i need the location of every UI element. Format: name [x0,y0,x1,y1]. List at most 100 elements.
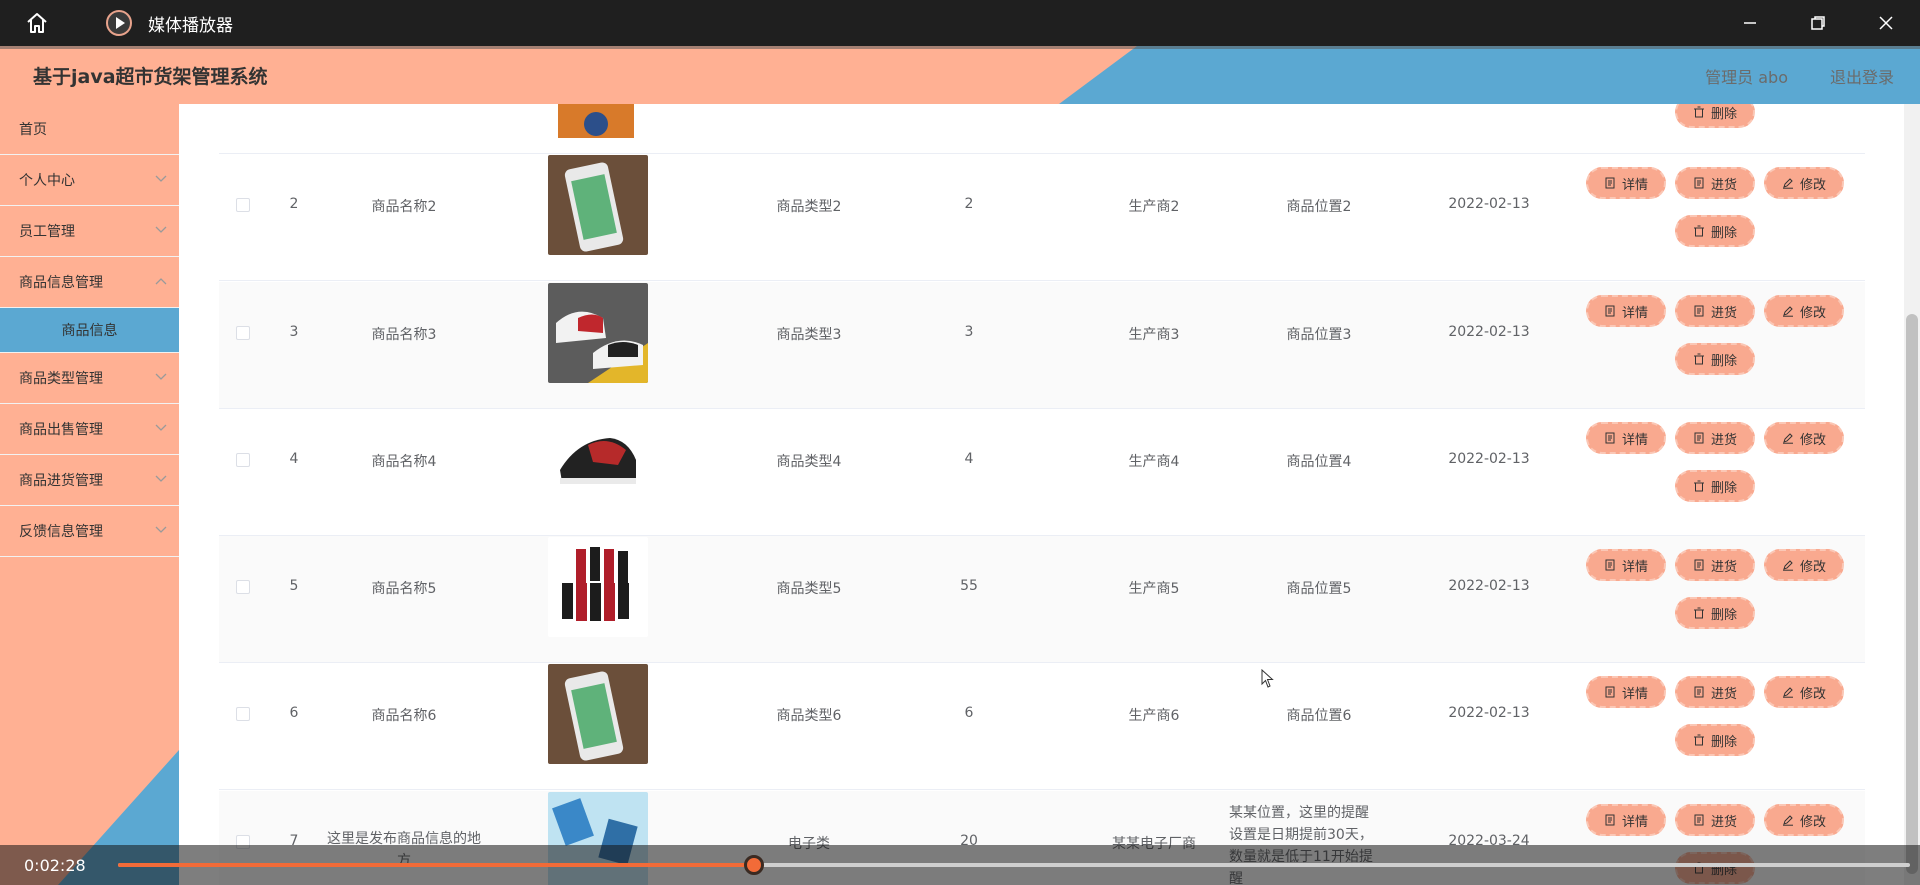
chevron-down-icon [155,226,167,233]
detail-button[interactable]: 详情 [1586,167,1666,199]
media-player-titlebar: 媒体播放器 [0,0,1920,46]
cell-type: 商品类型5 [776,581,842,597]
player-progress-bar: 0:02:28 [0,845,1920,885]
chevron-up-icon [155,278,167,285]
document-icon [1694,177,1704,189]
cell-name: 商品名称4 [371,454,437,470]
edit-button[interactable]: 修改 [1764,804,1844,836]
app-title: 基于java超市货架管理系统 [33,66,268,88]
sidebar-item-sales[interactable]: 商品出售管理 [0,404,179,455]
cell-manufacturer: 生产商2 [1128,199,1180,215]
product-image [548,410,648,510]
current-user: 管理员 abo [1705,68,1788,87]
delete-button[interactable]: 删除 [1675,215,1755,247]
table-row-partial: 删除 [219,104,1865,154]
sidebar-item-product-type[interactable]: 商品类型管理 [0,353,179,404]
scrollbar-thumb[interactable] [1906,314,1918,874]
product-image [548,104,648,154]
row-checkbox[interactable] [236,707,250,721]
delete-button[interactable]: 删除 [1675,597,1755,629]
detail-button[interactable]: 详情 [1586,549,1666,581]
row-checkbox[interactable] [236,580,250,594]
delete-button[interactable]: 删除 [1675,343,1755,375]
vertical-scrollbar[interactable] [1904,104,1920,885]
logout-link[interactable]: 退出登录 [1830,64,1894,88]
sidebar-subitem-product-info[interactable]: 商品信息 [0,308,179,353]
document-icon [1605,686,1615,698]
stock-button[interactable]: 进货 [1675,295,1755,327]
cell-location: 商品位置4 [1286,454,1352,470]
seek-knob[interactable] [744,855,765,875]
detail-button[interactable]: 详情 [1586,676,1666,708]
document-icon [1694,814,1704,826]
cell-name: 商品名称3 [371,327,437,343]
product-image [548,664,648,764]
restore-button[interactable] [1784,0,1852,46]
row-checkbox[interactable] [236,453,250,467]
seek-track[interactable] [118,855,1910,875]
document-icon [1694,559,1704,571]
document-icon [1605,559,1615,571]
edit-button[interactable]: 修改 [1764,549,1844,581]
document-icon [1605,814,1615,826]
row-checkbox[interactable] [236,326,250,340]
cell-index: 6 [289,705,299,721]
media-player-app-icon [104,8,134,38]
sidebar-item-product-info[interactable]: 商品信息管理 [0,257,179,308]
cell-quantity: 6 [964,705,974,721]
cell-type: 商品类型4 [776,454,842,470]
edit-button[interactable]: 修改 [1764,676,1844,708]
close-button[interactable] [1852,0,1920,46]
edit-icon [1782,560,1793,571]
chevron-down-icon [155,526,167,533]
delete-button[interactable]: 删除 [1675,724,1755,756]
table-row: 5 商品名称5 商品类型5 55 生产商5 商品位置5 2022-02-13 详情 进货 修改 删除 [219,536,1865,663]
detail-button[interactable]: 详情 [1586,804,1666,836]
chevron-down-icon [155,424,167,431]
stock-button[interactable]: 进货 [1675,804,1755,836]
detail-button[interactable]: 详情 [1586,422,1666,454]
cell-location: 商品位置3 [1286,327,1352,343]
table-row: 2 商品名称2 商品类型2 2 生产商2 商品位置2 2022-02-13 详情 进货 修改 删除 [219,154,1865,281]
edit-button[interactable]: 修改 [1764,167,1844,199]
cell-date: 2022-02-13 [1448,324,1530,340]
cell-manufacturer: 生产商6 [1128,708,1180,724]
sidebar-item-purchase[interactable]: 商品进货管理 [0,455,179,506]
minimize-button[interactable] [1716,0,1784,46]
detail-button[interactable]: 详情 [1586,295,1666,327]
delete-button[interactable]: 删除 [1675,470,1755,502]
stock-button[interactable]: 进货 [1675,676,1755,708]
cell-date: 2022-02-13 [1448,705,1530,721]
stock-button[interactable]: 进货 [1675,167,1755,199]
product-image [548,283,648,383]
edit-icon [1782,815,1793,826]
chevron-down-icon [155,373,167,380]
cell-type: 商品类型6 [776,708,842,724]
cell-location: 商品位置6 [1286,708,1352,724]
app-header: 基于java超市货架管理系统 管理员 abo 退出登录 [0,46,1920,104]
main-content: 删除 2 商品名称2 商品类型2 2 生产商2 商品位置2 2022-02-13 详情 进货 修改… [179,104,1920,885]
edit-button[interactable]: 修改 [1764,295,1844,327]
header-band [0,46,1137,104]
home-icon[interactable] [20,6,54,40]
sidebar-item-feedback[interactable]: 反馈信息管理 [0,506,179,557]
document-icon [1605,177,1615,189]
cell-date: 2022-02-13 [1448,196,1530,212]
cell-manufacturer: 生产商3 [1128,327,1180,343]
playback-time: 0:02:28 [24,856,86,875]
row-checkbox[interactable] [236,198,250,212]
delete-button[interactable]: 删除 [1675,104,1755,128]
sidebar-item-profile[interactable]: 个人中心 [0,155,179,206]
stock-button[interactable]: 进货 [1675,422,1755,454]
edit-button[interactable]: 修改 [1764,422,1844,454]
sidebar: 首页 个人中心 员工管理 商品信息管理 商品信息 商品类型管理 商品出售管理 商… [0,104,179,885]
trash-icon [1693,106,1704,118]
sidebar-item-staff[interactable]: 员工管理 [0,206,179,257]
cell-name: 商品名称2 [371,199,437,215]
cell-index: 2 [289,196,299,212]
stock-button[interactable]: 进货 [1675,549,1755,581]
document-icon [1694,432,1704,444]
mouse-cursor [1261,669,1274,688]
sidebar-item-home[interactable]: 首页 [0,104,179,155]
edit-icon [1782,306,1793,317]
